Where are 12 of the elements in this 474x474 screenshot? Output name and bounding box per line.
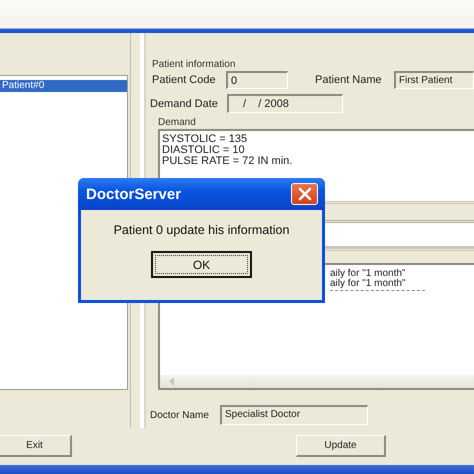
notes-line: aily for "1 month" <box>330 279 425 291</box>
notes-line: aily for "1 month" <box>330 269 406 279</box>
group-label: Patient information <box>151 59 236 71</box>
group-label: Demand <box>157 117 197 129</box>
field-label: Demand Date <box>150 98 219 110</box>
field-label: Patient Name <box>315 74 383 86</box>
dialog-message: Patient 0 update his information <box>114 223 290 237</box>
field-label: Patient Code <box>152 74 217 86</box>
demand-line: DIASTOLIC = 10 <box>162 145 246 156</box>
demand-line: PULSE RATE = 72 IN min. <box>162 156 294 167</box>
field-label: Doctor Name <box>150 410 210 420</box>
demand-line: SYSTOLIC = 135 <box>162 134 248 145</box>
